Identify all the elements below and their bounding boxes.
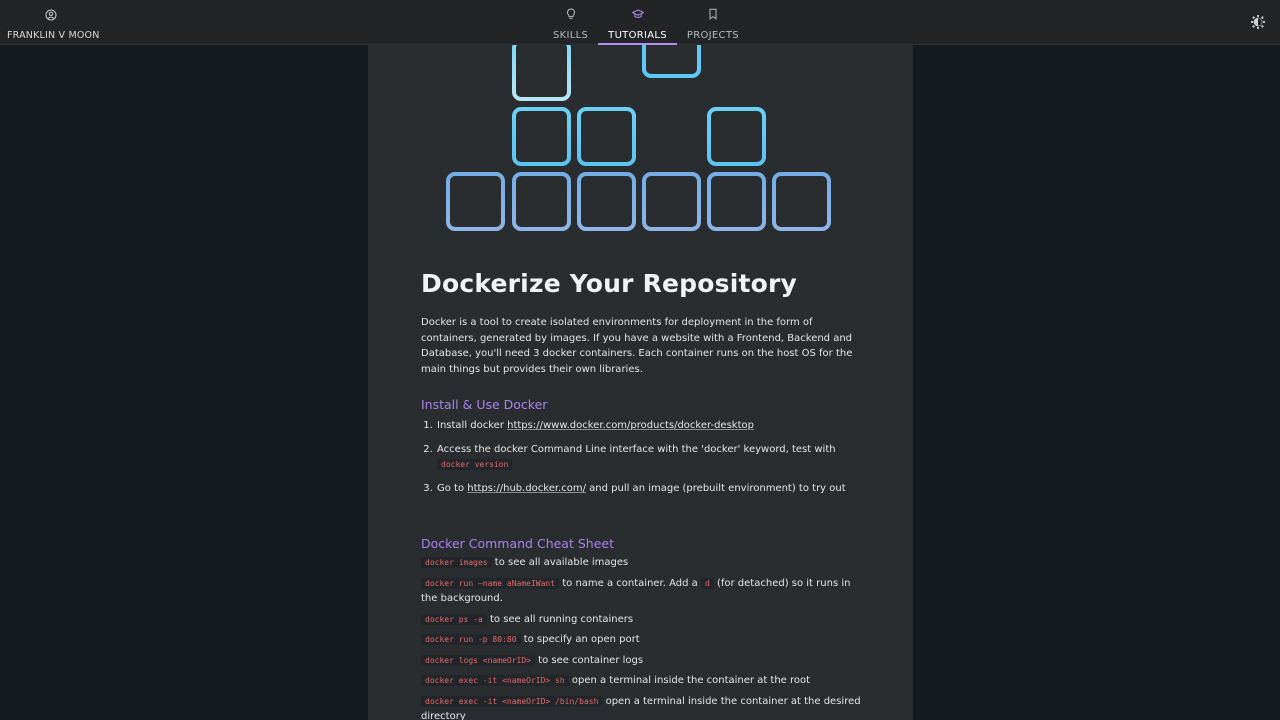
nav-projects[interactable]: PROJECTS	[677, 0, 749, 45]
article-content: Dockerize Your Repository Docker is a to…	[421, 269, 861, 720]
block-top-left	[512, 45, 571, 101]
brand-home-link[interactable]: FRANKLIN V MOON	[7, 9, 99, 42]
block-top-right	[642, 45, 701, 78]
user-circle-icon	[45, 9, 57, 21]
bookmark-icon	[709, 8, 717, 20]
docker-hub-link[interactable]: https://hub.docker.com/	[467, 483, 586, 494]
inline-code: docker run —name aNameIWant	[421, 577, 560, 589]
block-mid-1	[512, 107, 571, 166]
inline-code: docker run -p 80:80	[421, 634, 521, 645]
list-item: Go to https://hub.docker.com/ and pull a…	[436, 481, 861, 497]
block-bottom-6	[772, 172, 831, 231]
theme-toggle-icon[interactable]	[1251, 15, 1265, 29]
block-bottom-5	[707, 172, 766, 231]
block-mid-3	[707, 107, 766, 166]
nav-tutorials-label: TUTORIALS	[608, 30, 667, 41]
main-nav: SKILLS TUTORIALS PROJECTS	[543, 0, 749, 45]
article-title: Dockerize Your Repository	[421, 269, 798, 298]
block-bottom-3	[577, 172, 636, 231]
install-steps-list: Install docker https://www.docker.com/pr…	[436, 418, 861, 496]
nav-skills[interactable]: SKILLS	[543, 0, 598, 45]
install-heading: Install & Use Docker	[421, 397, 548, 412]
cheat-item: docker ps -a to see all running containe…	[421, 612, 861, 628]
cheat-item: docker logs <nameOrID> to see container …	[421, 653, 861, 669]
top-navigation-bar: FRANKLIN V MOON SKILLS TUTORIALS PROJECT…	[0, 0, 1280, 45]
cheat-item: docker exec -it <nameOrID> /bin/bash ope…	[421, 695, 861, 720]
block-mid-2	[577, 107, 636, 166]
block-bottom-1	[446, 172, 505, 231]
article-intro: Docker is a tool to create isolated envi…	[421, 317, 853, 375]
list-item: Access the docker Command Line interface…	[436, 442, 861, 473]
graduation-cap-icon	[631, 9, 644, 18]
cheat-sheet-heading: Docker Command Cheat Sheet	[421, 536, 614, 551]
docker-desktop-link[interactable]: https://www.docker.com/products/docker-d…	[507, 420, 754, 431]
inline-code: docker version	[437, 459, 513, 470]
lightbulb-icon	[566, 8, 575, 19]
nav-projects-label: PROJECTS	[686, 30, 739, 41]
cheat-item: docker exec -it <nameOrID> sh open a ter…	[421, 673, 861, 689]
inline-code: docker ps -a	[421, 613, 487, 625]
block-bottom-4	[642, 172, 701, 231]
block-bottom-2	[512, 172, 571, 231]
article-column: Dockerize Your Repository Docker is a to…	[368, 45, 913, 720]
cheat-item: docker run -p 80:80 to specify an open p…	[421, 632, 861, 648]
brand-name: FRANKLIN V MOON	[7, 30, 100, 41]
tetris-blocks-illustration	[446, 45, 831, 231]
inline-code: docker images	[421, 557, 492, 568]
inline-code: docker logs <nameOrID>	[421, 654, 535, 666]
cheat-item: docker run —name aNameIWant to name a co…	[421, 577, 851, 604]
inline-code: docker exec -it <nameOrID> /bin/bash	[421, 695, 603, 707]
list-item: Install docker https://www.docker.com/pr…	[436, 418, 861, 434]
nav-skills-label: SKILLS	[553, 30, 589, 41]
inline-code: d	[700, 577, 714, 589]
nav-tutorials[interactable]: TUTORIALS	[598, 0, 677, 45]
inline-code: docker exec -it <nameOrID> sh	[421, 675, 569, 686]
cheat-item: docker images to see all available image…	[421, 555, 861, 571]
cheat-sheet-list: docker images to see all available image…	[421, 555, 861, 720]
